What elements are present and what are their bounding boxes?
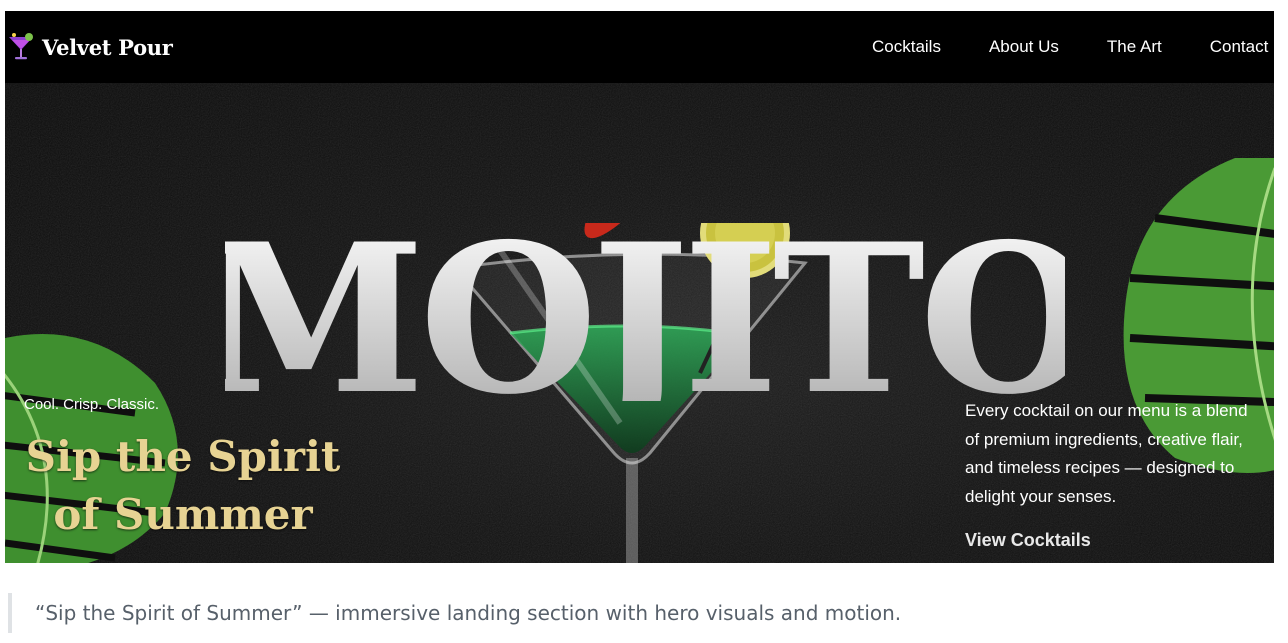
cocktail-glass-icon: [9, 33, 33, 60]
main-nav: Cocktails About Us The Art Contact: [872, 11, 1274, 83]
nav-item-contact[interactable]: Contact: [1210, 37, 1269, 57]
brand-name: Velvet Pour: [42, 34, 173, 60]
nav-item-the-art[interactable]: The Art: [1107, 37, 1162, 57]
caption-quote-bar: [8, 593, 12, 633]
hero-description: Every cocktail on our menu is a blend of…: [965, 401, 1248, 506]
view-cocktails-link[interactable]: View Cocktails: [965, 530, 1091, 551]
hero-headline-line1: Sip the Spirit: [25, 432, 341, 481]
hero-title-text: MOJITO: [225, 201, 1065, 401]
hero-headline: Sip the Spirit of Summer: [23, 428, 343, 544]
hero-section: MOJITO Cool. Crisp. Classic. Sip the Spi…: [5, 83, 1274, 563]
hero-title: MOJITO: [225, 201, 1065, 401]
brand-logo-link[interactable]: Velvet Pour: [5, 29, 173, 65]
top-navbar: Velvet Pour Cocktails About Us The Art C…: [5, 11, 1274, 83]
landing-page: Velvet Pour Cocktails About Us The Art C…: [5, 11, 1274, 563]
hero-tagline: Cool. Crisp. Classic.: [24, 396, 160, 413]
hero-headline-line2: of Summer: [53, 490, 313, 539]
caption-text: “Sip the Spirit of Summer” — immersive l…: [35, 601, 902, 625]
nav-item-cocktails[interactable]: Cocktails: [872, 37, 941, 57]
nav-item-about-us[interactable]: About Us: [989, 37, 1059, 57]
